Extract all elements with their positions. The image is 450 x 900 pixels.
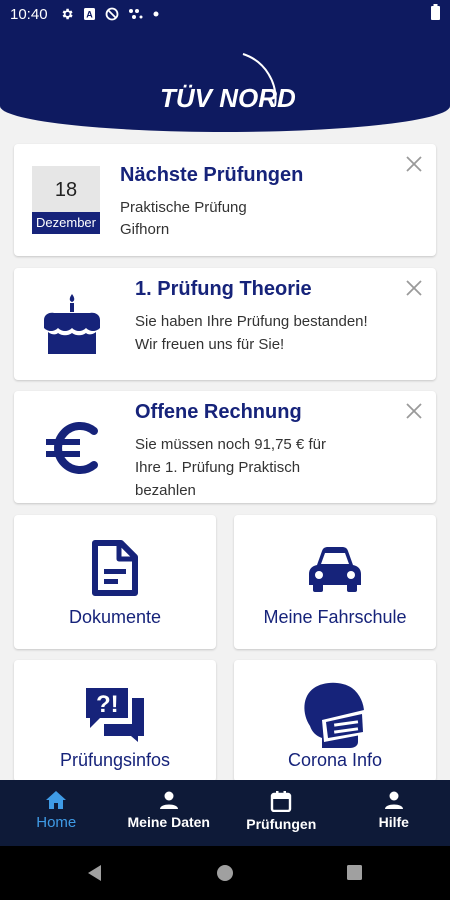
status-time: 10:40 [10,5,48,23]
app-header: TÜV NORD [0,28,450,132]
home-icon [46,791,67,809]
nav-label: Prüfungen [246,816,317,832]
system-navigation-bar [0,846,450,900]
date-day: 18 [54,179,78,201]
nav-home[interactable]: Home [0,780,113,846]
svg-text:?!: ?! [96,691,119,718]
nav-meine-daten[interactable]: Meine Daten [113,780,226,846]
tile-label: Corona Info [287,750,383,770]
battery-icon [431,4,440,24]
signal-dots-icon [128,7,144,21]
card-message: Sie müssen noch 91,75 € für Ihre 1. Prüf… [135,436,326,499]
calendar-icon [271,791,292,812]
mask-head-icon [300,680,370,755]
tuv-nord-logo: TÜV NORD [160,53,296,113]
tile-label: Dokumente [68,607,162,627]
date-month: Dezember [32,212,100,234]
gear-icon [60,7,74,21]
tile-label: Prüfungsinfos [59,750,171,770]
exam-location: Gifhorn [120,221,170,238]
euro-icon [44,419,102,482]
nav-hilfe[interactable]: Hilfe [338,780,450,846]
documents-tile[interactable]: Dokumente [14,515,216,649]
car-icon [307,545,363,598]
home-circle-icon[interactable] [216,864,234,887]
no-data-icon [105,7,119,21]
tile-label: Meine Fahrschule [263,607,407,627]
card-title: Nächste Prüfungen [120,164,304,186]
corona-info-tile[interactable]: Corona Info [234,660,436,782]
next-exams-card[interactable]: 18 Dezember Nächste Prüfungen Praktische… [14,144,436,256]
person-icon [159,791,178,809]
exam-type: Praktische Prüfung [120,199,247,216]
nav-pruefungen[interactable]: Prüfungen [225,780,338,846]
close-icon[interactable] [404,154,424,174]
close-icon[interactable] [404,401,424,421]
open-invoice-card[interactable]: Offene Rechnung Sie müssen noch 91,75 € … [14,391,436,503]
theory-exam-card[interactable]: 1. Prüfung Theorie Sie haben Ihre Prüfun… [14,268,436,380]
nav-label: Hilfe [378,814,409,830]
nav-label: Meine Daten [127,814,210,830]
card-title: Offene Rechnung [135,401,302,423]
status-bar: 10:40 A [0,0,450,28]
exam-info-tile[interactable]: ?! Prüfungsinfos [14,660,216,782]
cake-icon [40,292,104,361]
sim-card-icon: A [83,7,96,21]
dot-icon [153,11,159,17]
card-message: Sie haben Ihre Prüfung bestanden! Wir fr… [135,313,368,353]
date-badge: 18 Dezember [32,166,100,234]
logo-text: TÜV NORD [160,83,296,113]
recents-icon[interactable] [346,864,363,886]
svg-text:A: A [86,10,93,20]
document-icon [91,539,139,602]
driving-school-tile[interactable]: Meine Fahrschule [234,515,436,649]
back-icon[interactable] [86,864,104,887]
card-title: 1. Prüfung Theorie [135,278,312,300]
person-icon [384,791,403,809]
close-icon[interactable] [404,278,424,298]
nav-label: Home [36,814,77,831]
status-icons: A [60,7,159,21]
bottom-navigation: Home Meine Daten Prüfungen Hilfe [0,780,450,846]
question-chat-icon: ?! [84,686,146,747]
